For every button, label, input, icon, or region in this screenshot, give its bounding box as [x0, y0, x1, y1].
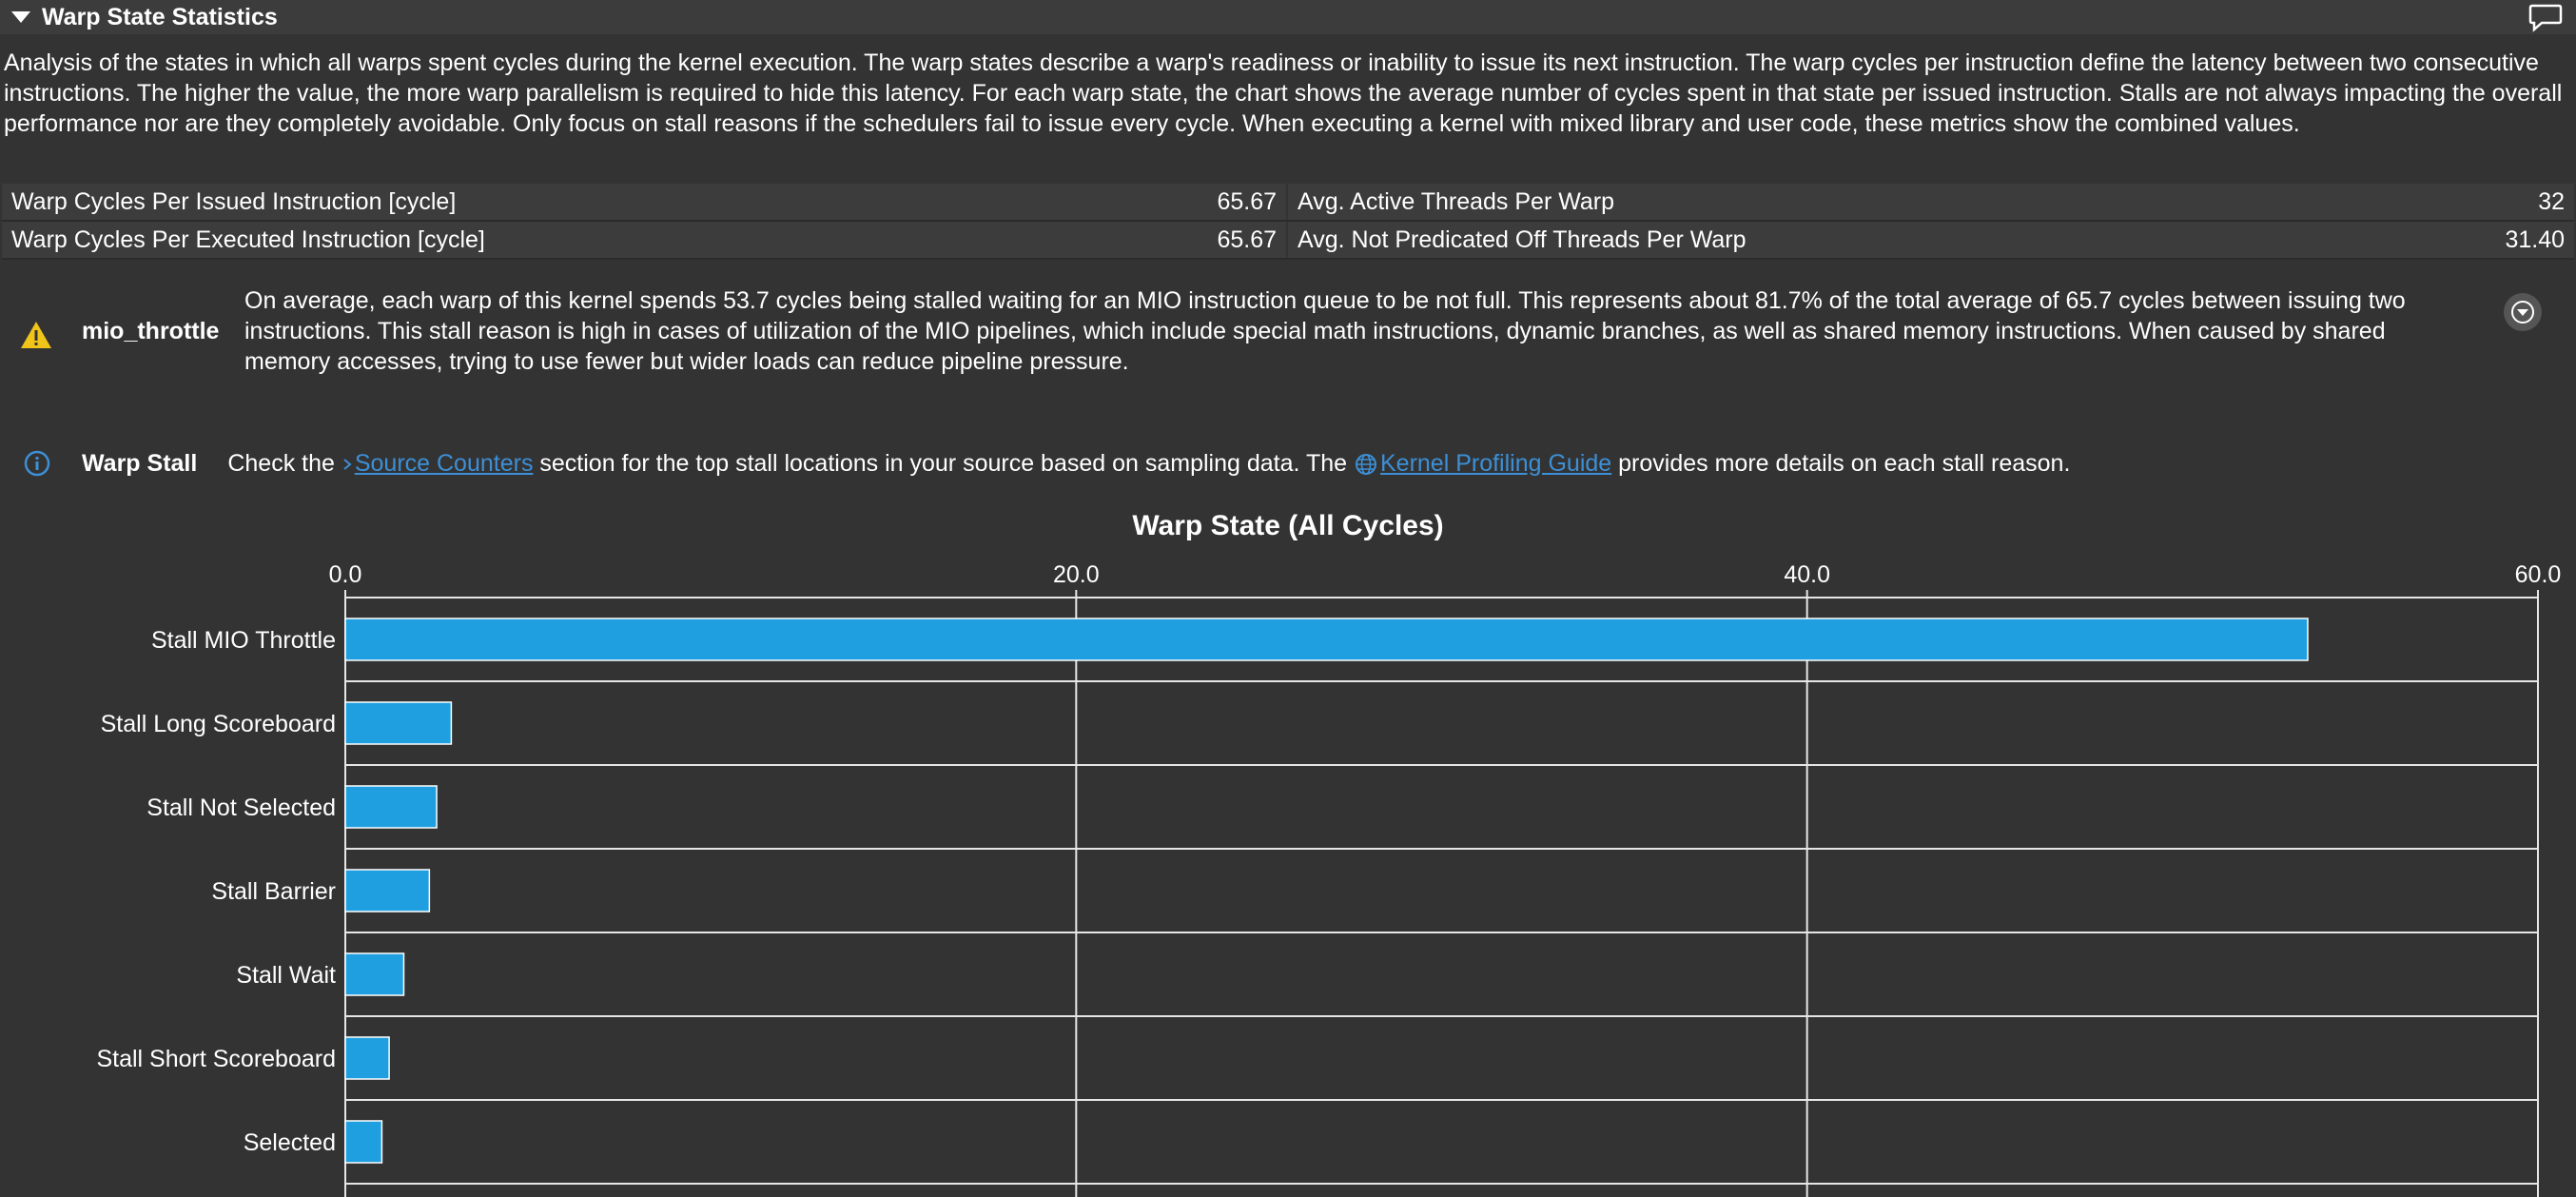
bar	[344, 701, 453, 745]
hint-text: Check the Source Counters section for th…	[227, 450, 2070, 478]
metric-value: 31.40	[2505, 226, 2565, 253]
section-title: Warp State Statistics	[42, 3, 278, 30]
metric-cell: Warp Cycles Per Issued Instruction [cycl…	[2, 184, 1286, 220]
chart-title: Warp State (All Cycles)	[1132, 510, 1444, 541]
expand-rule-button[interactable]	[2504, 293, 2542, 331]
x-tick-label: 40.0	[1784, 561, 1830, 588]
globe-icon	[1356, 453, 1376, 475]
metric-value: 65.67	[1217, 226, 1277, 253]
warp-stall-hint: Warp Stall Check the Source Counters sec…	[23, 449, 2070, 478]
y-category-label: Selected	[244, 1129, 336, 1156]
metric-row: Warp Cycles Per Issued Instruction [cycl…	[2, 184, 2574, 222]
bar	[344, 618, 2309, 661]
hint-text-after: provides more details on each stall reas…	[1611, 449, 2071, 477]
kernel-profiling-guide-link-label: Kernel Profiling Guide	[1380, 449, 1612, 477]
metrics-table: Warp Cycles Per Issued Instruction [cycl…	[2, 184, 2574, 260]
warning-icon	[21, 322, 51, 348]
hint-text-before: Check the	[227, 449, 342, 477]
hint-name: Warp Stall	[82, 449, 198, 477]
y-category-label: Stall Not Selected	[146, 795, 336, 821]
collapse-caret-icon[interactable]	[11, 11, 30, 23]
metric-label: Avg. Not Predicated Off Threads Per Warp	[1298, 226, 1747, 253]
kernel-profiling-guide-link[interactable]: Kernel Profiling Guide	[1354, 450, 1611, 477]
chevron-down-icon	[2511, 301, 2534, 324]
metric-cell: Warp Cycles Per Executed Instruction [cy…	[2, 222, 1286, 258]
metric-label: Warp Cycles Per Issued Instruction [cycl…	[11, 187, 457, 215]
source-counters-link[interactable]: Source Counters	[342, 449, 534, 477]
bar	[344, 1120, 383, 1164]
bar	[344, 1036, 390, 1080]
metric-row: Warp Cycles Per Executed Instruction [cy…	[2, 222, 2574, 260]
bar	[344, 869, 431, 912]
comment-icon[interactable]	[2528, 2, 2563, 32]
y-category-label: Stall Long Scoreboard	[101, 711, 336, 737]
x-tick-label: 0.0	[329, 561, 362, 588]
metric-label: Warp Cycles Per Executed Instruction [cy…	[11, 226, 485, 253]
metric-cell: Avg. Not Predicated Off Threads Per Warp…	[1288, 222, 2574, 258]
source-counters-link-label: Source Counters	[354, 449, 534, 477]
warp-state-chart: 0.0 20.0 40.0 60.0 Stall MIO Throttle Stall L…	[96, 561, 2562, 1197]
info-icon	[24, 450, 50, 477]
y-category-label: Stall Wait	[236, 962, 336, 989]
y-category-label: Stall MIO Throttle	[151, 627, 336, 654]
x-tick-label: 60.0	[2515, 561, 2562, 588]
metric-label: Avg. Active Threads Per Warp	[1298, 187, 1615, 215]
metric-cell: Avg. Active Threads Per Warp 32	[1288, 184, 2574, 220]
y-category-label: Stall Barrier	[211, 878, 336, 905]
section-header[interactable]: Warp State Statistics	[0, 0, 2576, 34]
rule-text: On average, each warp of this kernel spe…	[244, 287, 2406, 375]
bar	[344, 785, 438, 829]
section-link-icon	[343, 459, 352, 470]
bar	[344, 952, 405, 996]
metric-value: 65.67	[1217, 187, 1277, 215]
rule-name: mio_throttle	[82, 318, 220, 344]
hint-text-middle: section for the top stall locations in y…	[533, 449, 1354, 477]
metric-value: 32	[2538, 187, 2565, 215]
y-category-label: Stall Short Scoreboard	[96, 1046, 336, 1072]
section-description: Analysis of the states in which all warp…	[4, 49, 2563, 137]
x-tick-label: 20.0	[1053, 561, 1100, 588]
